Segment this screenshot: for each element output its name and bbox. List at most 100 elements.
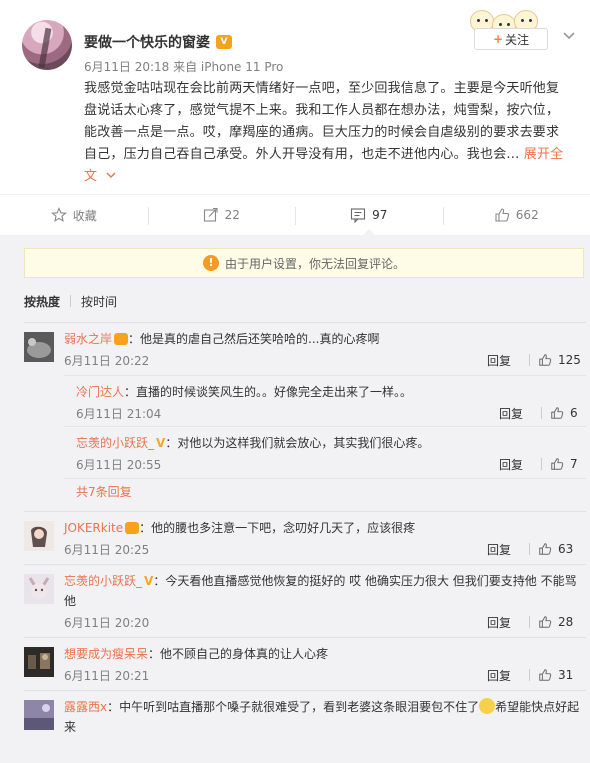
comment-sort-tabs: 按热度 按时间 bbox=[24, 280, 586, 322]
like-count: 662 bbox=[515, 208, 539, 222]
sad-face-emoji-icon bbox=[479, 698, 496, 714]
sub-reply-content: ：直播的时候谈笑风生的。。好像完全走出来了一样。。 bbox=[124, 385, 413, 399]
comment-text: 露露西x：中午听到咕直播那个嗓子就很难受了，看到老婆这条眼泪要包不住了 希望能快点… bbox=[64, 697, 586, 737]
post-body: 我感觉金咕咕现在会比前两天情绪好一点吧，至少回我信息了。主要是今天听他复盘说话太… bbox=[84, 81, 560, 162]
vip-badge-icon bbox=[114, 333, 129, 345]
comment-like-count: 63 bbox=[558, 542, 574, 556]
reply-button[interactable]: 回复 bbox=[487, 667, 511, 684]
divider bbox=[24, 511, 586, 512]
comment-username[interactable]: 弱水之岸 bbox=[64, 332, 112, 346]
comment-area: ! 由于用户设置，你无法回复评论。 按热度 按时间 弱水之岸 ：他是真的虐自己然后… bbox=[0, 236, 590, 763]
divider bbox=[24, 322, 586, 323]
comment-like-count: 28 bbox=[558, 615, 574, 629]
reply-button[interactable]: 回复 bbox=[499, 405, 523, 422]
verified-badge-icon: V bbox=[156, 436, 166, 450]
comment-content: ：中午听到咕直播那个嗓子就很难受了，看到老婆这条眼泪要包不住了 bbox=[107, 700, 480, 714]
comment-footer: 6月11日 20:25 回复 63 bbox=[64, 538, 586, 560]
sub-reply-footer: 6月11日 20:55 回复 7 bbox=[76, 453, 586, 475]
sub-reply-username[interactable]: 冷门达人 bbox=[76, 385, 124, 399]
star-icon bbox=[50, 207, 67, 222]
post-action-bar: 收藏 22 97 662 bbox=[0, 194, 590, 236]
sub-reply-footer: 6月11日 21:04 回复 6 bbox=[76, 402, 586, 424]
comment-like-button[interactable]: 63 bbox=[538, 542, 586, 556]
comment-icon bbox=[351, 208, 366, 223]
sub-reply-like-button[interactable]: 6 bbox=[550, 406, 586, 420]
weibo-post: 要做一个快乐的窗婆 V 6月11日 20:18 来自 iPhone 11 Pro… bbox=[0, 0, 590, 194]
warning-icon: ! bbox=[202, 255, 219, 271]
comment-username[interactable]: 露露西x bbox=[64, 700, 107, 714]
comment-item: 露露西x：中午听到咕直播那个嗓子就很难受了，看到老婆这条眼泪要包不住了 希望能快点… bbox=[24, 697, 586, 737]
vip-badge-icon bbox=[125, 522, 140, 534]
thumbs-up-icon bbox=[551, 458, 564, 470]
sub-reply-time: 6月11日 20:55 bbox=[76, 457, 162, 472]
thumbs-up-icon bbox=[551, 407, 564, 419]
footer-separator bbox=[529, 354, 530, 366]
vip-badge-icon: V bbox=[216, 35, 232, 49]
comment-like-count: 125 bbox=[558, 353, 581, 367]
comment-footer: 6月11日 20:22 回复 125 bbox=[64, 349, 586, 371]
sub-replies: 冷门达人：直播的时候谈笑风生的。。好像完全走出来了一样。。 6月11日 21:0… bbox=[64, 375, 586, 505]
reply-button[interactable]: 回复 bbox=[487, 614, 511, 631]
comment-item: JOKERkite ：他的腰也多注意一下吧，念叨好几天了，应该很疼 6月11日 2… bbox=[24, 518, 586, 560]
reply-restricted-notice: ! 由于用户设置，你无法回复评论。 bbox=[24, 248, 584, 278]
comment-username[interactable]: 忘羡的小跃跃_ bbox=[64, 574, 142, 588]
comment-like-button[interactable]: 28 bbox=[538, 615, 586, 629]
follow-button[interactable]: + 关注 bbox=[474, 28, 548, 50]
author-avatar[interactable] bbox=[22, 20, 72, 70]
footer-separator bbox=[529, 669, 530, 681]
comment-time: 6月11日 20:21 bbox=[64, 668, 150, 683]
post-text: 我感觉金咕咕现在会比前两天情绪好一点吧，至少回我信息了。主要是今天听他复盘说话太… bbox=[84, 78, 570, 188]
tab-sort-hot[interactable]: 按热度 bbox=[24, 293, 60, 310]
repost-button[interactable]: 22 bbox=[147, 195, 296, 235]
tab-sort-time[interactable]: 按时间 bbox=[81, 293, 117, 310]
view-more-replies-link[interactable]: 共7条回复 bbox=[64, 479, 586, 505]
post-ellipsis: ... bbox=[506, 147, 524, 162]
avatar[interactable] bbox=[24, 700, 54, 730]
divider bbox=[24, 690, 586, 691]
footer-separator bbox=[541, 407, 542, 419]
comment-like-button[interactable]: 125 bbox=[538, 353, 586, 367]
sub-reply-like-button[interactable]: 7 bbox=[550, 457, 586, 471]
comment-like-button[interactable]: 31 bbox=[538, 668, 586, 682]
divider bbox=[24, 564, 586, 565]
footer-separator bbox=[529, 543, 530, 555]
sub-reply-text: 冷门达人：直播的时候谈笑风生的。。好像完全走出来了一样。。 bbox=[76, 376, 586, 402]
favorite-label: 收藏 bbox=[72, 208, 97, 223]
like-button[interactable]: 662 bbox=[442, 195, 590, 235]
reply-button[interactable]: 回复 bbox=[499, 456, 523, 473]
avatar[interactable] bbox=[24, 332, 54, 362]
sub-reply-like-count: 7 bbox=[570, 457, 578, 471]
post-author: 要做一个快乐的窗婆 V bbox=[84, 32, 232, 52]
tab-separator bbox=[70, 295, 72, 307]
comment-content: ：他的腰也多注意一下吧，念叨好几天了，应该很疼 bbox=[139, 521, 416, 535]
footer-separator bbox=[541, 458, 542, 470]
avatar[interactable] bbox=[24, 647, 54, 677]
sub-reply-username[interactable]: 忘羡的小跃跃_ bbox=[76, 436, 154, 450]
comment-content: ：他不顾自己的身体真的让人心疼 bbox=[148, 647, 329, 661]
thumbs-up-icon bbox=[539, 354, 552, 366]
comment-footer: 6月11日 20:21 回复 31 bbox=[64, 664, 586, 686]
comment-text: 想要成为瘦呆呆：他不顾自己的身体真的让人心疼 bbox=[64, 644, 586, 664]
thumbs-up-icon bbox=[539, 616, 552, 628]
avatar[interactable] bbox=[24, 574, 54, 604]
favorite-button[interactable]: 收藏 bbox=[0, 195, 148, 235]
reply-button[interactable]: 回复 bbox=[487, 352, 511, 369]
comment-button[interactable]: 97 bbox=[295, 195, 443, 236]
thumbs-up-icon bbox=[495, 208, 509, 222]
avatar[interactable] bbox=[24, 521, 54, 551]
sub-reply-like-count: 6 bbox=[570, 406, 578, 420]
comment-item: 想要成为瘦呆呆：他不顾自己的身体真的让人心疼 6月11日 20:21 回复 31 bbox=[24, 644, 586, 686]
footer-separator bbox=[529, 616, 530, 628]
reply-button[interactable]: 回复 bbox=[487, 541, 511, 558]
repost-icon bbox=[203, 207, 218, 222]
chevron-down-icon[interactable] bbox=[560, 26, 578, 44]
comment-time: 6月11日 20:25 bbox=[64, 542, 150, 557]
comment-username[interactable]: JOKERkite bbox=[64, 521, 123, 535]
sub-reply-text: 忘羡的小跃跃_ V：对他以为这样我们就会放心，其实我们很心疼。 bbox=[76, 427, 586, 453]
verified-badge-icon: V bbox=[144, 574, 154, 588]
plus-icon: + bbox=[492, 32, 504, 46]
author-name[interactable]: 要做一个快乐的窗婆 bbox=[84, 32, 210, 52]
repost-count: 22 bbox=[224, 208, 240, 222]
comment-username[interactable]: 想要成为瘦呆呆 bbox=[64, 647, 148, 661]
comment-footer: 6月11日 20:20 回复 28 bbox=[64, 611, 586, 633]
